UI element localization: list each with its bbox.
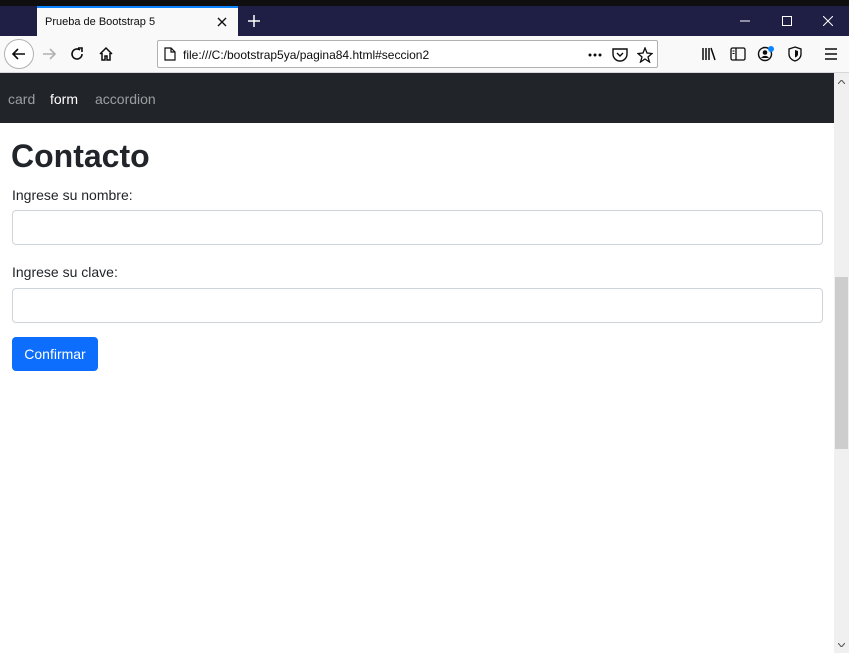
nav-link-form[interactable]: form <box>50 91 78 107</box>
url-text: file:///C:/bootstrap5ya/pagina84.html#se… <box>183 48 430 62</box>
navbar: card form accordion <box>0 73 834 123</box>
maximize-icon[interactable] <box>767 6 807 36</box>
page-icon <box>164 47 176 66</box>
navigation-toolbar: file:///C:/bootstrap5ya/pagina84.html#se… <box>0 36 849 73</box>
nav-link-card[interactable]: card <box>8 91 35 107</box>
close-icon[interactable] <box>210 10 234 34</box>
scroll-up-icon[interactable] <box>834 75 849 89</box>
close-window-icon[interactable] <box>808 6 848 36</box>
name-input[interactable] <box>12 210 823 245</box>
vertical-scrollbar[interactable] <box>834 73 849 653</box>
password-label: Ingrese su clave: <box>12 264 118 280</box>
confirm-button[interactable]: Confirmar <box>12 337 98 371</box>
nav-link-accordion[interactable]: accordion <box>95 91 156 107</box>
address-bar[interactable]: file:///C:/bootstrap5ya/pagina84.html#se… <box>157 40 658 68</box>
arrow-right-icon[interactable] <box>35 40 63 68</box>
library-icon[interactable] <box>695 40 723 68</box>
star-icon[interactable] <box>634 44 656 66</box>
reload-icon[interactable] <box>63 40 91 68</box>
page-title: Contacto <box>11 138 150 174</box>
page-content: card form accordion Contacto Ingrese su … <box>0 73 834 653</box>
tab-title: Prueba de Bootstrap 5 <box>45 16 156 28</box>
name-label: Ingrese su nombre: <box>12 187 133 203</box>
browser-tab[interactable]: Prueba de Bootstrap 5 <box>37 6 238 36</box>
pocket-icon[interactable] <box>609 44 631 66</box>
more-horizontal-icon[interactable] <box>584 44 606 66</box>
scroll-down-icon[interactable] <box>834 638 849 652</box>
account-icon[interactable] <box>752 40 780 68</box>
home-icon[interactable] <box>92 40 120 68</box>
password-input[interactable] <box>12 288 823 323</box>
hamburger-menu-icon[interactable] <box>817 40 845 68</box>
arrow-left-icon[interactable] <box>4 39 34 69</box>
minimize-icon[interactable] <box>725 6 765 36</box>
plus-icon[interactable] <box>242 9 266 33</box>
scrollbar-thumb[interactable] <box>835 277 848 449</box>
browser-window: Prueba de Bootstrap 5 file:///C:/bootstr… <box>0 0 849 653</box>
title-bar: Prueba de Bootstrap 5 <box>0 6 849 36</box>
shield-icon[interactable] <box>781 40 809 68</box>
sidebar-icon[interactable] <box>724 40 752 68</box>
